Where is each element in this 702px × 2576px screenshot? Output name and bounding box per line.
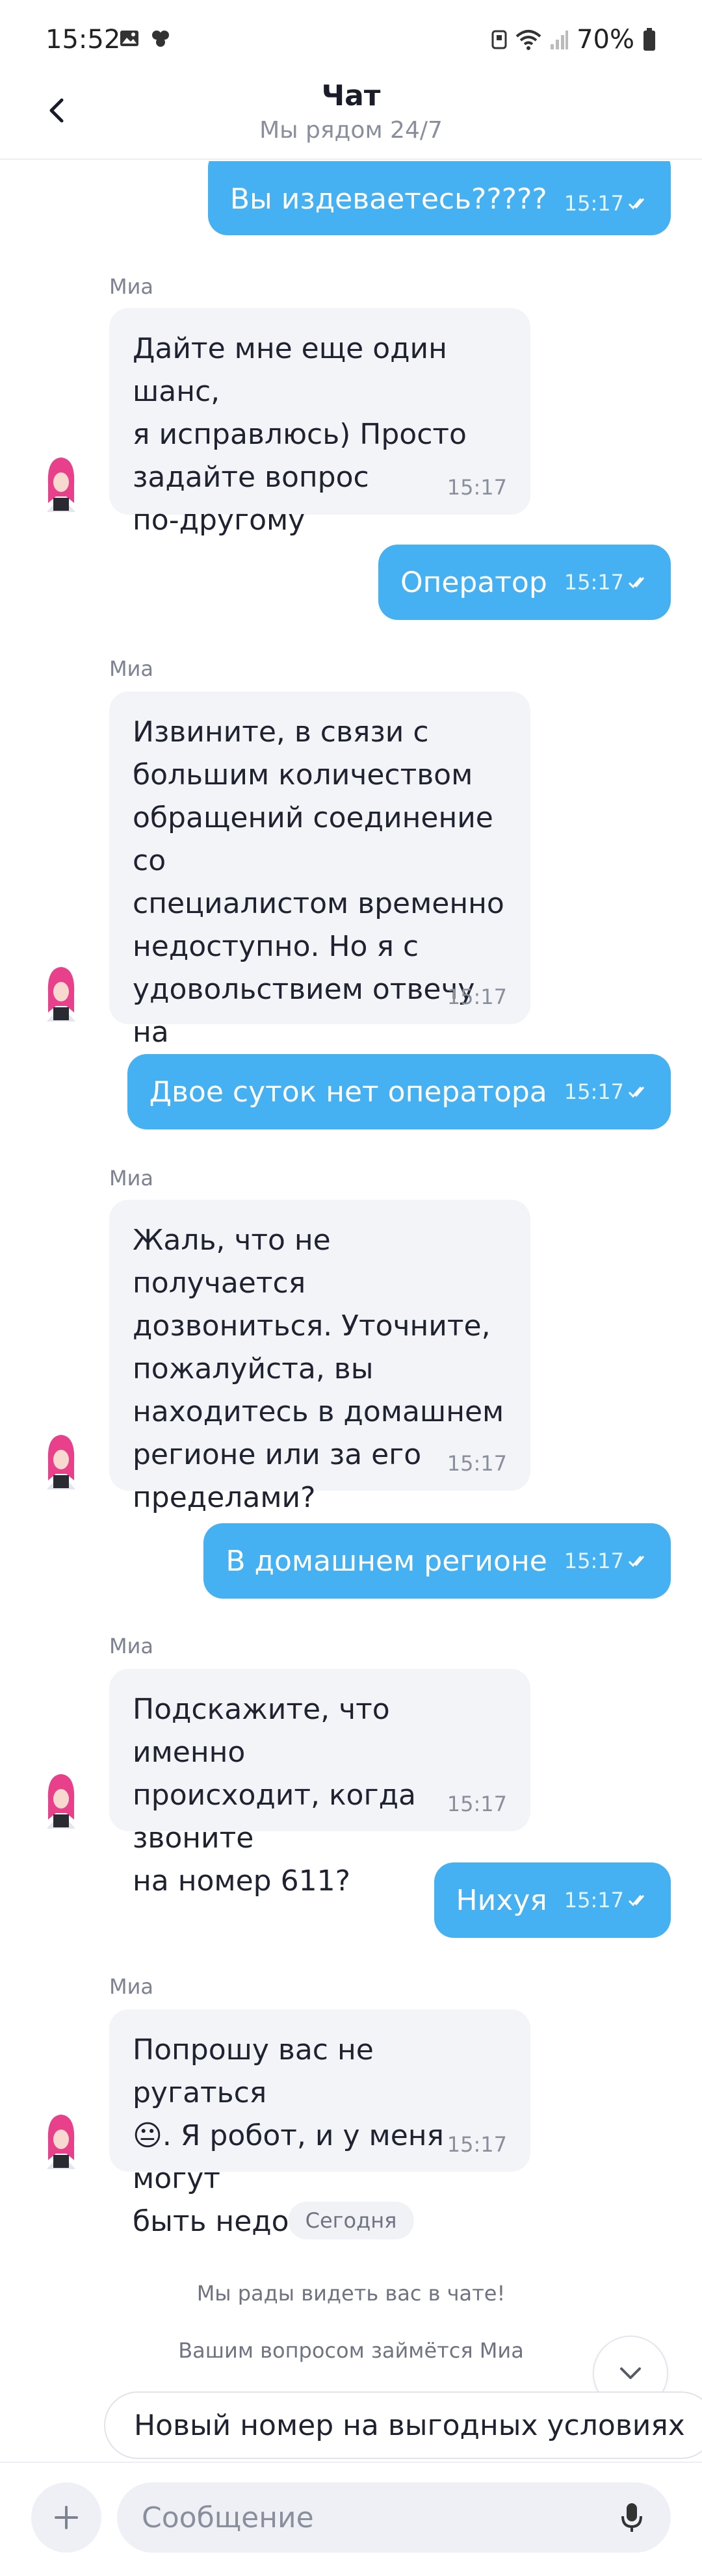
message-time: 15:17 bbox=[447, 1792, 507, 1816]
system-message: Мы рады видеть вас в чате! bbox=[196, 2281, 506, 2306]
message-meta: 15:17 bbox=[564, 1079, 649, 1104]
incoming-message[interactable]: Жаль, что не получается дозвониться. Уто… bbox=[109, 1200, 530, 1514]
message-field[interactable] bbox=[117, 2482, 671, 2553]
gallery-icon bbox=[120, 31, 138, 46]
incoming-message[interactable]: Попрошу вас не ругаться 😐. Я робот, и у … bbox=[109, 2009, 530, 2238]
status-right: 70% bbox=[491, 25, 656, 55]
message-time: 15:17 bbox=[447, 475, 507, 500]
message-meta: 15:17 bbox=[564, 191, 649, 216]
outgoing-message[interactable]: Двое суток нет оператора 15:17 bbox=[127, 1054, 671, 1129]
chat-title: Чат bbox=[321, 79, 381, 112]
bot-avatar bbox=[47, 2115, 75, 2169]
message-time: 15:17 bbox=[564, 191, 624, 216]
sender-name: Миа bbox=[109, 1974, 154, 1999]
message-composer bbox=[0, 2462, 702, 2576]
message-text: Нихуя bbox=[456, 1883, 547, 1917]
day-divider: Сегодня bbox=[288, 2202, 414, 2239]
double-check-icon bbox=[628, 1087, 645, 1098]
message-text: Извините, в связи с большим количеством … bbox=[133, 715, 504, 1092]
chevron-down-icon bbox=[620, 2367, 641, 2379]
message-meta: 15:17 bbox=[564, 570, 649, 595]
message-text: Двое суток нет оператора bbox=[149, 1075, 547, 1109]
outgoing-message[interactable]: Нихуя 15:17 bbox=[434, 1862, 671, 1938]
message-text: Дайте мне еще один шанс, я исправлюсь) П… bbox=[133, 332, 467, 537]
incoming-message[interactable]: Извините, в связи с большим количеством … bbox=[109, 691, 530, 1092]
message-text: Вы издеваетесь????? bbox=[229, 183, 547, 216]
bot-avatar bbox=[47, 1435, 75, 1489]
message-time: 15:17 bbox=[447, 2132, 507, 2157]
outgoing-message[interactable]: В домашнем регионе 15:17 bbox=[203, 1523, 671, 1599]
chat-header: Чат Мы рядом 24/7 bbox=[0, 71, 702, 160]
message-text: Оператор bbox=[400, 565, 547, 599]
status-time: 15:52 bbox=[46, 25, 121, 55]
message-time: 15:17 bbox=[564, 570, 624, 595]
microphone-icon bbox=[621, 2503, 642, 2532]
sender-name: Миа bbox=[109, 274, 154, 299]
mic-button[interactable] bbox=[615, 2501, 649, 2534]
plus-icon bbox=[55, 2506, 78, 2529]
sender-name: Миа bbox=[109, 1166, 154, 1191]
bot-avatar bbox=[47, 457, 75, 512]
attach-button[interactable] bbox=[31, 2482, 101, 2553]
incoming-message[interactable]: Дайте мне еще один шанс, я исправлюсь) П… bbox=[109, 308, 530, 537]
app-notification-icon bbox=[152, 31, 169, 47]
message-meta: 15:17 bbox=[564, 1888, 649, 1913]
incoming-message[interactable]: Подскажите, что именно происходит, когда… bbox=[109, 1669, 530, 1898]
signal-icon bbox=[551, 31, 569, 49]
outgoing-message[interactable]: Оператор 15:17 bbox=[378, 545, 671, 620]
battery-percent: 70% bbox=[577, 25, 634, 55]
double-check-icon bbox=[628, 198, 645, 210]
message-time: 15:17 bbox=[447, 985, 507, 1009]
battery-icon bbox=[644, 28, 655, 51]
double-check-icon bbox=[628, 577, 645, 589]
message-list[interactable]: Вы издеваетесь????? 15:17 Миа Дайте мне … bbox=[0, 161, 702, 2462]
alarm-icon bbox=[491, 30, 507, 49]
message-time: 15:17 bbox=[564, 1079, 624, 1104]
message-input[interactable] bbox=[142, 2482, 597, 2553]
quick-reply-chip[interactable]: Новый номер на выгодных условиях bbox=[104, 2391, 702, 2459]
sender-name: Миа bbox=[109, 656, 154, 681]
wifi-icon bbox=[515, 30, 541, 50]
double-check-icon bbox=[628, 1556, 645, 1567]
message-time: 15:17 bbox=[564, 1888, 624, 1913]
message-time: 15:17 bbox=[564, 1549, 624, 1573]
message-meta: 15:17 bbox=[564, 1549, 649, 1573]
notification-icons bbox=[118, 27, 172, 49]
message-time: 15:17 bbox=[447, 1451, 507, 1476]
bot-avatar bbox=[47, 1774, 75, 1829]
sender-name: Миа bbox=[109, 1634, 154, 1658]
status-bar: 15:52 70% bbox=[0, 0, 702, 78]
outgoing-message[interactable]: Вы издеваетесь????? 15:17 bbox=[207, 161, 671, 235]
bot-avatar bbox=[47, 967, 75, 1022]
double-check-icon bbox=[628, 1895, 645, 1907]
chat-subtitle: Мы рядом 24/7 bbox=[259, 117, 443, 144]
message-text: В домашнем регионе bbox=[226, 1544, 547, 1578]
